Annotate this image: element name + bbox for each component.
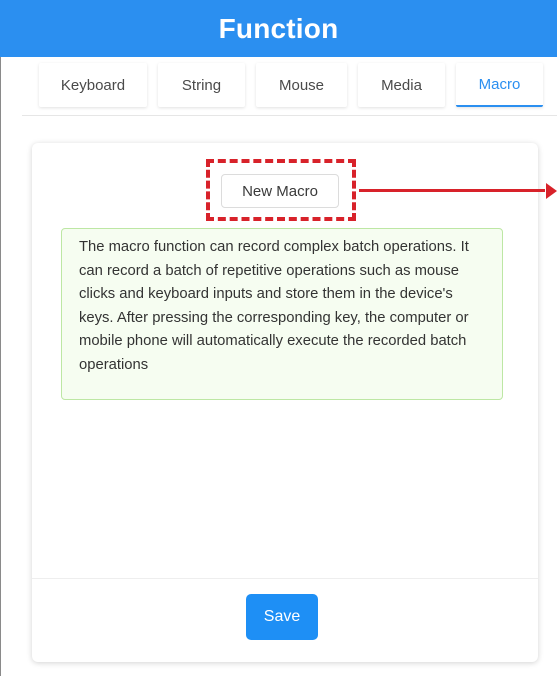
macro-info-message: The macro function can record complex ba… xyxy=(61,228,503,400)
tab-string-label: String xyxy=(181,76,222,94)
tab-media[interactable]: Media xyxy=(358,63,445,107)
tab-mouse[interactable]: Mouse xyxy=(256,63,347,107)
new-macro-button[interactable]: New Macro xyxy=(221,174,339,208)
tab-media-label: Media xyxy=(381,76,422,94)
tab-keyboard-label: Keyboard xyxy=(60,76,126,94)
tabs-divider xyxy=(22,115,557,116)
save-button[interactable]: Save xyxy=(246,594,318,640)
function-tabs: Keyboard String Mouse Media Macro xyxy=(0,57,557,117)
tab-string[interactable]: String xyxy=(158,63,245,107)
panel-footer-divider xyxy=(32,578,538,579)
tab-mouse-label: Mouse xyxy=(278,76,325,94)
macro-info-text: The macro function can record complex ba… xyxy=(79,239,469,373)
app-header: Function xyxy=(0,0,557,57)
window-left-border xyxy=(0,57,1,676)
tab-macro[interactable]: Macro xyxy=(456,63,543,107)
tab-keyboard[interactable]: Keyboard xyxy=(39,63,147,107)
annotation-arrow-line xyxy=(359,189,545,192)
annotation-arrow-head-icon xyxy=(546,183,557,199)
macro-panel: New Macro The macro function can record … xyxy=(32,143,538,662)
tab-macro-label: Macro xyxy=(478,75,521,93)
page-title: Function xyxy=(218,12,339,44)
